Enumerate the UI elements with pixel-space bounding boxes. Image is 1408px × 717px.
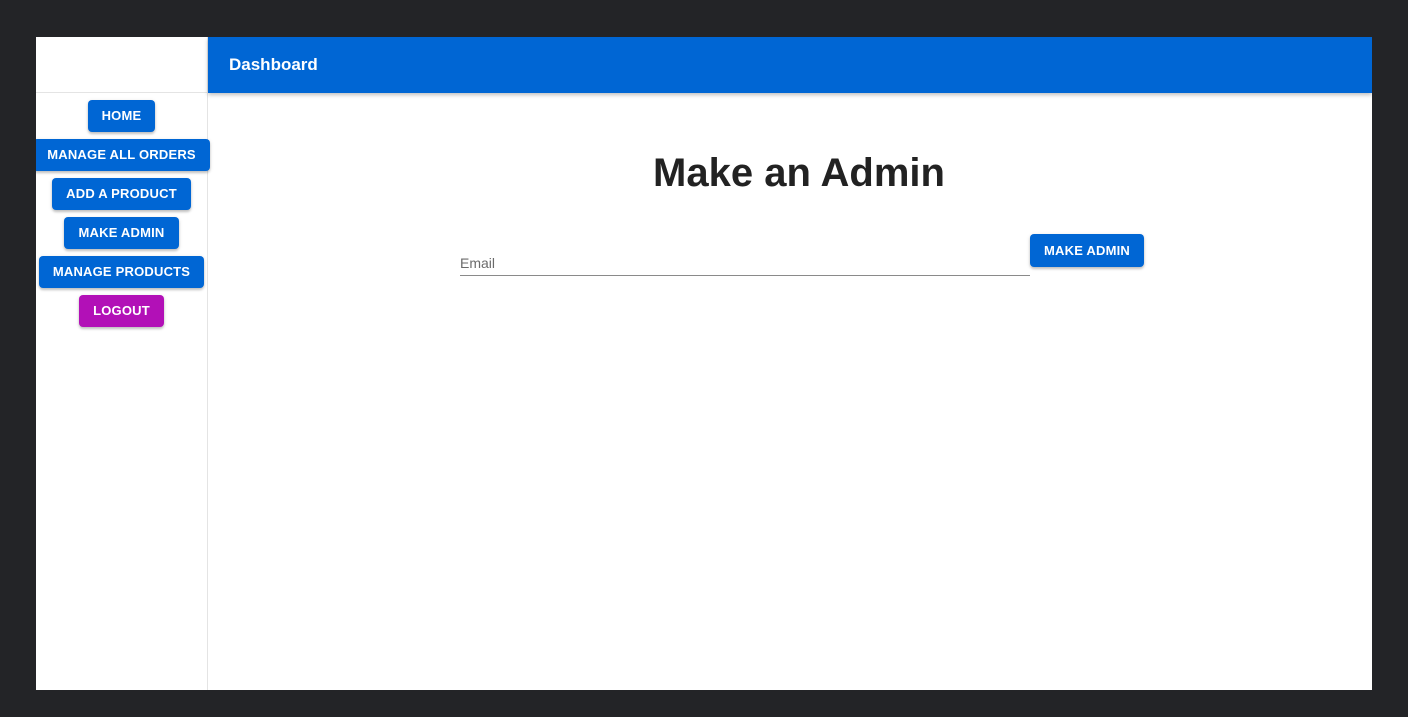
- sidebar: HOME MANAGE ALL ORDERS ADD A PRODUCT MAK…: [36, 37, 210, 690]
- main-content: Make an Admin MAKE ADMIN: [208, 93, 1372, 690]
- app-window: HOME MANAGE ALL ORDERS ADD A PRODUCT MAK…: [36, 37, 1372, 690]
- sidebar-item-make-admin[interactable]: MAKE ADMIN: [64, 217, 179, 249]
- logout-button[interactable]: LOGOUT: [79, 295, 164, 327]
- app-bar: Dashboard: [208, 37, 1372, 93]
- sidebar-item-home[interactable]: HOME: [87, 100, 156, 132]
- email-field: [460, 234, 1030, 276]
- sidebar-item-manage-all-orders[interactable]: MANAGE ALL ORDERS: [36, 139, 210, 171]
- sidebar-nav: HOME MANAGE ALL ORDERS ADD A PRODUCT MAK…: [36, 93, 210, 334]
- app-bar-title: Dashboard: [229, 55, 318, 74]
- make-admin-button[interactable]: MAKE ADMIN: [1030, 234, 1145, 267]
- page-title: Make an Admin: [653, 151, 945, 195]
- email-input[interactable]: [460, 255, 1030, 271]
- make-admin-form: MAKE ADMIN: [460, 234, 1145, 276]
- sidebar-header: [36, 37, 207, 93]
- sidebar-item-manage-products[interactable]: MANAGE PRODUCTS: [38, 256, 205, 288]
- sidebar-item-add-product[interactable]: ADD A PRODUCT: [52, 178, 191, 210]
